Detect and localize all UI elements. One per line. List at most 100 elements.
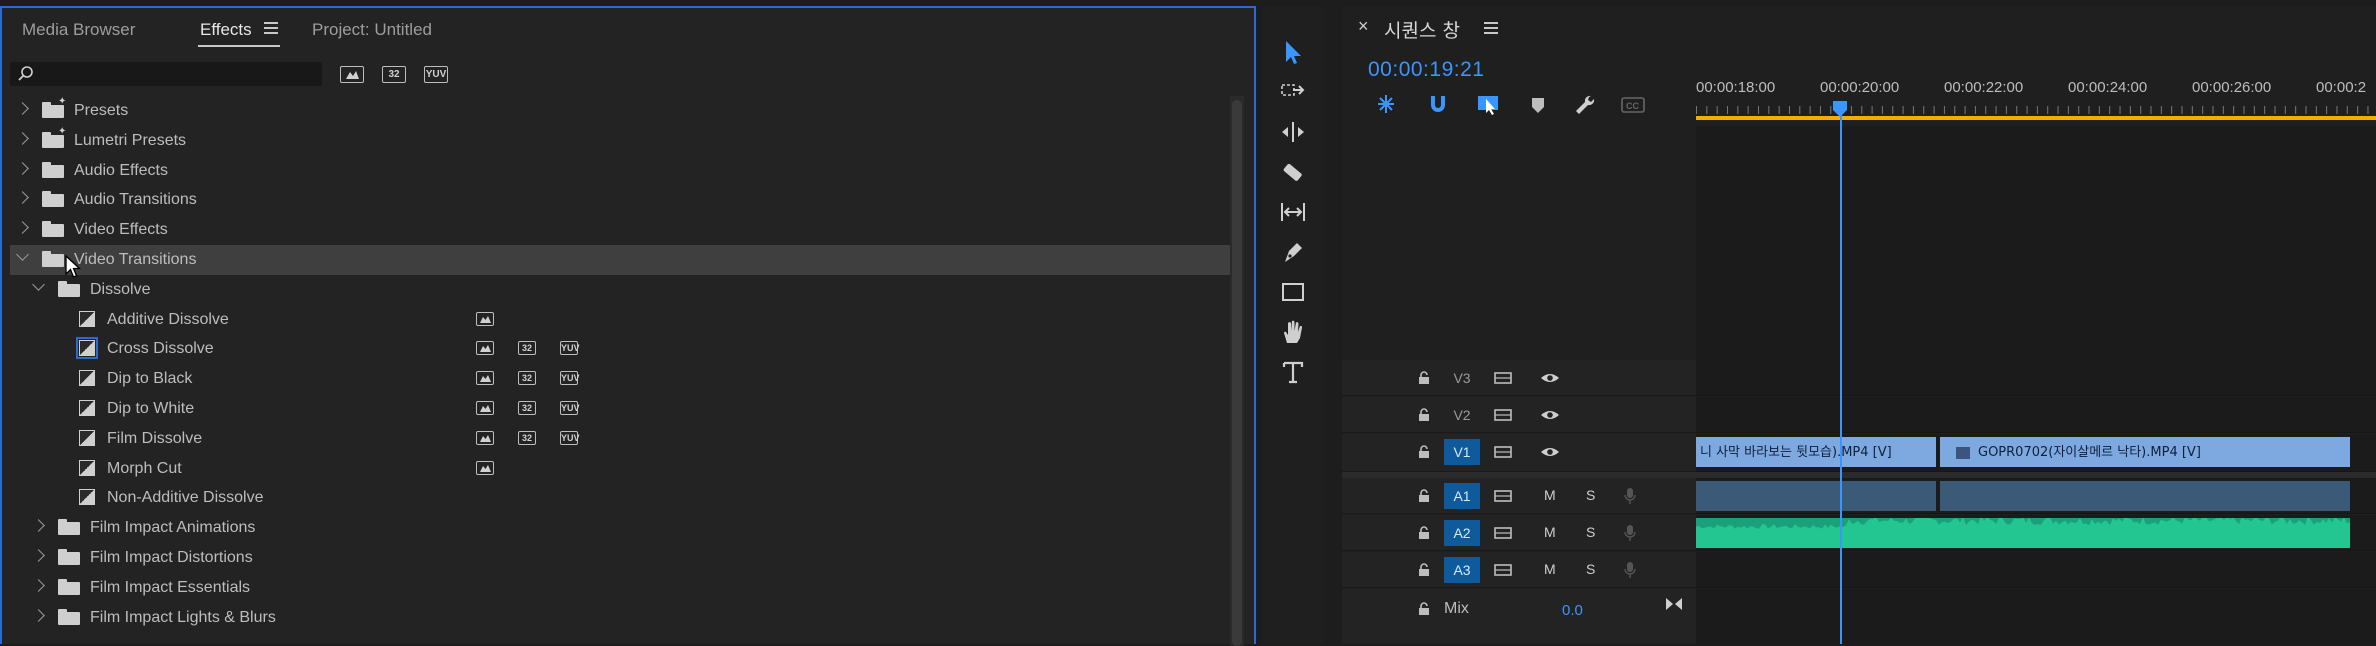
sync-lock-icon[interactable]: [1494, 526, 1512, 540]
slip-tool-icon[interactable]: [1279, 198, 1307, 226]
folder-item[interactable]: ✦ Presets: [10, 96, 1230, 126]
solo-button[interactable]: S: [1586, 487, 1595, 503]
chevron-down-icon[interactable]: [16, 248, 29, 261]
effects-search-input[interactable]: [10, 62, 322, 86]
video-clip[interactable]: GOPR0702(자이살메르 낙타).MP4 [V]: [1940, 437, 2350, 467]
hand-tool-icon[interactable]: [1279, 318, 1307, 346]
razor-tool-icon[interactable]: [1279, 158, 1307, 186]
work-area-bar[interactable]: [1696, 116, 2376, 120]
folder-item[interactable]: Video Transitions: [10, 245, 1230, 275]
eye-icon[interactable]: [1540, 445, 1560, 459]
track-v3[interactable]: [1696, 360, 2376, 396]
folder-item[interactable]: Film Impact Animations: [10, 513, 1230, 543]
timeline-empty-area[interactable]: [1696, 126, 2376, 361]
audio-clip[interactable]: [1696, 518, 2350, 548]
sync-lock-icon[interactable]: [1494, 445, 1512, 459]
32bit-filter-icon[interactable]: 32: [382, 66, 406, 83]
linked-selection-icon[interactable]: [1476, 92, 1502, 116]
sync-lock-icon[interactable]: [1494, 563, 1512, 577]
yuv-filter-icon[interactable]: YUV: [424, 66, 448, 83]
sync-lock-icon[interactable]: [1494, 489, 1512, 503]
timeline-settings-wrench-icon[interactable]: [1572, 92, 1596, 116]
eye-icon[interactable]: [1540, 408, 1560, 422]
chevron-right-icon[interactable]: [16, 221, 29, 235]
panel-menu-icon[interactable]: [264, 22, 278, 34]
add-marker-icon[interactable]: [1528, 94, 1548, 116]
lock-icon[interactable]: [1418, 563, 1430, 577]
accelerated-effects-filter-icon[interactable]: [340, 66, 364, 83]
track-name[interactable]: V2: [1444, 402, 1480, 428]
rectangle-tool-icon[interactable]: [1279, 278, 1307, 306]
sync-lock-icon[interactable]: [1494, 371, 1512, 385]
timeline-menu-icon[interactable]: [1484, 22, 1498, 34]
track-name[interactable]: A3: [1444, 557, 1480, 583]
track-v2[interactable]: [1696, 397, 2376, 433]
pen-tool-icon[interactable]: [1279, 238, 1307, 266]
chevron-right-icon[interactable]: [32, 578, 45, 592]
lock-icon[interactable]: [1418, 602, 1430, 616]
mute-button[interactable]: M: [1544, 524, 1556, 540]
audio-clip[interactable]: [1940, 481, 2350, 511]
folder-item[interactable]: Dissolve: [10, 275, 1230, 305]
lock-icon[interactable]: [1418, 445, 1430, 459]
folder-item[interactable]: ✦ Lumetri Presets: [10, 126, 1230, 156]
snap-magnet-icon[interactable]: [1426, 92, 1450, 116]
track-a3[interactable]: [1696, 552, 2376, 588]
folder-item[interactable]: Film Impact Essentials: [10, 573, 1230, 603]
solo-button[interactable]: S: [1586, 524, 1595, 540]
solo-button[interactable]: S: [1586, 561, 1595, 577]
mix-collapse-icon[interactable]: [1664, 596, 1684, 612]
tab-media-browser[interactable]: Media Browser: [22, 20, 135, 40]
folder-item[interactable]: Audio Transitions: [10, 185, 1230, 215]
video-clip[interactable]: 니 사막 바라보는 뒷모습).MP4 [V]: [1696, 437, 1936, 467]
transition-item[interactable]: Morph Cut: [10, 454, 1230, 484]
track-name[interactable]: A1: [1444, 483, 1480, 509]
time-ruler[interactable]: 00:00:18:00 00:00:20:00 00:00:22:00 00:0…: [1696, 66, 2376, 122]
lock-icon[interactable]: [1418, 408, 1430, 422]
playhead-timecode[interactable]: 00:00:19:21: [1368, 58, 1484, 82]
type-tool-icon[interactable]: [1279, 358, 1307, 386]
playhead-line[interactable]: [1840, 106, 1842, 644]
voiceover-mic-icon[interactable]: [1624, 487, 1636, 505]
tab-project[interactable]: Project: Untitled: [312, 20, 432, 40]
folder-item[interactable]: Film Impact Distortions: [10, 543, 1230, 573]
voiceover-mic-icon[interactable]: [1624, 561, 1636, 579]
transition-item[interactable]: Dip to Black 32 YUV: [10, 364, 1230, 394]
lock-icon[interactable]: [1418, 489, 1430, 503]
track-mix[interactable]: [1696, 589, 2376, 644]
audio-clip[interactable]: [1696, 481, 1936, 511]
mix-volume-value[interactable]: 0.0: [1562, 602, 1583, 619]
track-name[interactable]: V1: [1444, 439, 1480, 465]
track-a1[interactable]: [1696, 478, 2376, 514]
eye-icon[interactable]: [1540, 371, 1560, 385]
selection-tool-icon[interactable]: [1279, 38, 1307, 66]
transition-item[interactable]: Film Dissolve 32 YUV: [10, 424, 1230, 454]
sequence-tab-title[interactable]: 시퀀스 창: [1384, 16, 1460, 43]
effects-scrollbar[interactable]: [1230, 96, 1244, 646]
folder-item[interactable]: Film Impact Lights & Blurs: [10, 603, 1230, 633]
ripple-edit-tool-icon[interactable]: [1279, 118, 1307, 146]
transition-item[interactable]: Non-Additive Dissolve: [10, 483, 1230, 513]
track-select-tool-icon[interactable]: [1279, 78, 1307, 106]
mute-button[interactable]: M: [1544, 487, 1556, 503]
chevron-right-icon[interactable]: [16, 131, 29, 145]
transition-item[interactable]: Dip to White 32 YUV: [10, 394, 1230, 424]
track-v1[interactable]: 니 사막 바라보는 뒷모습).MP4 [V] GOPR0702(자이살메르 낙타…: [1696, 434, 2376, 472]
lock-icon[interactable]: [1418, 371, 1430, 385]
chevron-right-icon[interactable]: [16, 102, 29, 115]
mute-button[interactable]: M: [1544, 561, 1556, 577]
folder-item[interactable]: Video Effects: [10, 215, 1230, 245]
track-name[interactable]: A2: [1444, 520, 1480, 546]
chevron-right-icon[interactable]: [32, 549, 45, 562]
tab-effects[interactable]: Effects: [200, 20, 252, 40]
transition-item[interactable]: Cross Dissolve 32 YUV: [10, 334, 1230, 364]
chevron-right-icon[interactable]: [16, 161, 29, 175]
track-a2[interactable]: [1696, 515, 2376, 551]
sync-lock-icon[interactable]: [1494, 408, 1512, 422]
nest-sequence-icon[interactable]: [1374, 92, 1398, 116]
chevron-right-icon[interactable]: [16, 191, 29, 205]
voiceover-mic-icon[interactable]: [1624, 524, 1636, 542]
transition-item[interactable]: Additive Dissolve: [10, 305, 1230, 335]
captions-icon[interactable]: CC: [1620, 96, 1646, 114]
track-name[interactable]: V3: [1444, 365, 1480, 391]
